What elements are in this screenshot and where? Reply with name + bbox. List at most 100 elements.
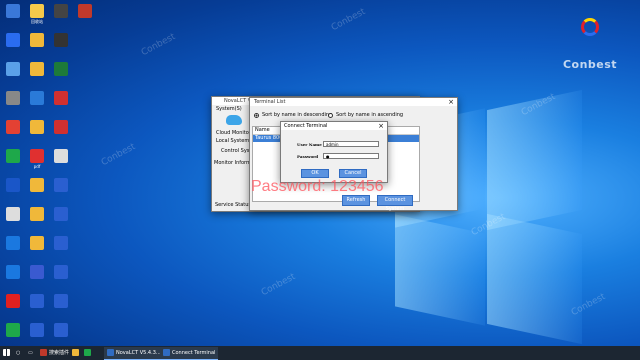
desktop-icon[interactable]	[50, 120, 72, 135]
desktop-icon[interactable]	[2, 33, 24, 48]
app-icon	[84, 349, 91, 356]
app-icon	[40, 349, 47, 356]
connect-terminal-dialog[interactable]: Connect Terminal × User Name admin Passw…	[280, 121, 388, 183]
desktop-icon[interactable]	[50, 91, 72, 106]
desktop-icon[interactable]	[2, 149, 24, 164]
desktop-icon[interactable]	[50, 265, 72, 280]
cancel-button[interactable]: Cancel	[339, 169, 367, 178]
app-icon	[30, 323, 44, 337]
desktop-icon[interactable]	[26, 265, 48, 280]
close-icon[interactable]: ×	[378, 122, 384, 130]
user-name-field[interactable]: admin	[323, 141, 379, 147]
watermark: Conbest	[139, 31, 178, 59]
desktop-icon[interactable]	[2, 4, 24, 19]
sort-desc-radio[interactable]: Sort by name in descending	[254, 112, 332, 118]
close-icon[interactable]: ×	[448, 98, 454, 106]
novalct-icon	[107, 349, 114, 356]
desktop-icon[interactable]	[26, 33, 48, 48]
conbest-logo: Conbest	[560, 18, 620, 71]
desktop-icon[interactable]	[50, 323, 72, 338]
desktop-icon[interactable]	[2, 323, 24, 338]
desktop-icon[interactable]	[26, 294, 48, 309]
app-icon	[6, 33, 20, 47]
windows-icon	[3, 349, 10, 356]
desktop-icon[interactable]	[2, 265, 24, 280]
app-icon	[30, 149, 44, 163]
desktop-icon[interactable]	[50, 62, 72, 77]
dialog-title: Connect Terminal	[281, 122, 387, 130]
taskbar-search-label: 搜索插件	[49, 350, 70, 356]
app-icon	[54, 91, 68, 105]
app-icon	[6, 91, 20, 105]
desktop-icon[interactable]	[2, 120, 24, 135]
app-icon	[54, 62, 68, 76]
desktop-icon[interactable]	[50, 149, 72, 164]
desktop-icon-label: 回收站	[31, 19, 43, 24]
desktop-icon[interactable]	[26, 120, 48, 135]
desktop-icon[interactable]	[50, 178, 72, 193]
taskbar-connect-terminal[interactable]: Connect Terminal	[160, 347, 219, 360]
app-icon	[6, 120, 20, 134]
ok-button[interactable]: OK	[301, 169, 329, 178]
desktop-icon[interactable]	[74, 4, 96, 19]
app-icon	[54, 33, 68, 47]
connect-system-button[interactable]: Connect System	[377, 195, 413, 212]
app-icon	[54, 323, 68, 337]
password-field[interactable]: ●	[323, 153, 379, 159]
app-icon	[54, 120, 68, 134]
desktop-icon[interactable]	[26, 323, 48, 338]
desktop-icon[interactable]	[2, 236, 24, 251]
app-icon	[30, 178, 44, 192]
taskbar-app[interactable]	[72, 347, 81, 359]
taskbar-app[interactable]	[84, 347, 93, 359]
app-icon	[30, 33, 44, 47]
desktop-icon[interactable]: 回收站	[26, 4, 48, 24]
logo-text: Conbest	[562, 58, 618, 71]
wallpaper-beam	[487, 213, 582, 345]
desktop-icon-label: pdf	[33, 164, 41, 169]
app-icon	[6, 294, 20, 308]
radio-label: Sort by name in ascending	[336, 112, 404, 118]
radio-icon	[254, 112, 259, 118]
desktop-icon[interactable]	[26, 178, 48, 193]
task-view-icon[interactable]: ▭	[28, 347, 33, 359]
novalct-icon	[163, 349, 170, 356]
app-icon	[54, 294, 68, 308]
app-icon	[30, 91, 44, 105]
window-title: Terminal List	[250, 98, 457, 106]
password-label: Password	[297, 154, 319, 159]
app-icon	[6, 323, 20, 337]
taskbar-item-label: Connect Terminal	[172, 350, 216, 356]
app-icon	[54, 178, 68, 192]
desktop-icon[interactable]	[26, 62, 48, 77]
cloud-icon	[226, 115, 242, 125]
desktop-icon[interactable]	[50, 236, 72, 251]
app-icon	[30, 236, 44, 250]
search-icon[interactable]: ○	[16, 347, 20, 359]
sort-asc-radio[interactable]: Sort by name in ascending	[328, 112, 403, 118]
taskbar-search[interactable]: 搜索插件	[40, 347, 69, 359]
desktop-icon[interactable]	[2, 91, 24, 106]
desktop-icon[interactable]	[26, 236, 48, 251]
desktop-icon[interactable]	[2, 207, 24, 222]
watermark: Conbest	[99, 141, 138, 169]
desktop-icon[interactable]	[50, 207, 72, 222]
app-icon	[6, 207, 20, 221]
menu-system[interactable]: System(S)	[216, 106, 242, 112]
desktop-icon[interactable]	[26, 91, 48, 106]
desktop-icon[interactable]	[50, 294, 72, 309]
refresh-button[interactable]: Refresh	[342, 195, 370, 206]
start-button[interactable]	[3, 347, 12, 359]
desktop-icon[interactable]: pdf	[26, 149, 48, 169]
desktop-icon[interactable]	[50, 4, 72, 19]
folder-icon	[72, 349, 79, 356]
desktop-icon[interactable]	[2, 62, 24, 77]
desktop-icon[interactable]	[26, 207, 48, 222]
taskbar-novalct[interactable]: NovaLCT V5.4.3...	[104, 347, 164, 360]
app-icon	[30, 4, 44, 18]
desktop-icon[interactable]	[50, 33, 72, 48]
desktop-icon[interactable]	[2, 294, 24, 309]
radio-label: Sort by name in descending	[262, 112, 333, 118]
desktop-icon[interactable]	[2, 178, 24, 193]
taskbar: ○ ▭ 搜索插件 NovaLCT V5.4.3... Connect Termi…	[0, 346, 640, 360]
